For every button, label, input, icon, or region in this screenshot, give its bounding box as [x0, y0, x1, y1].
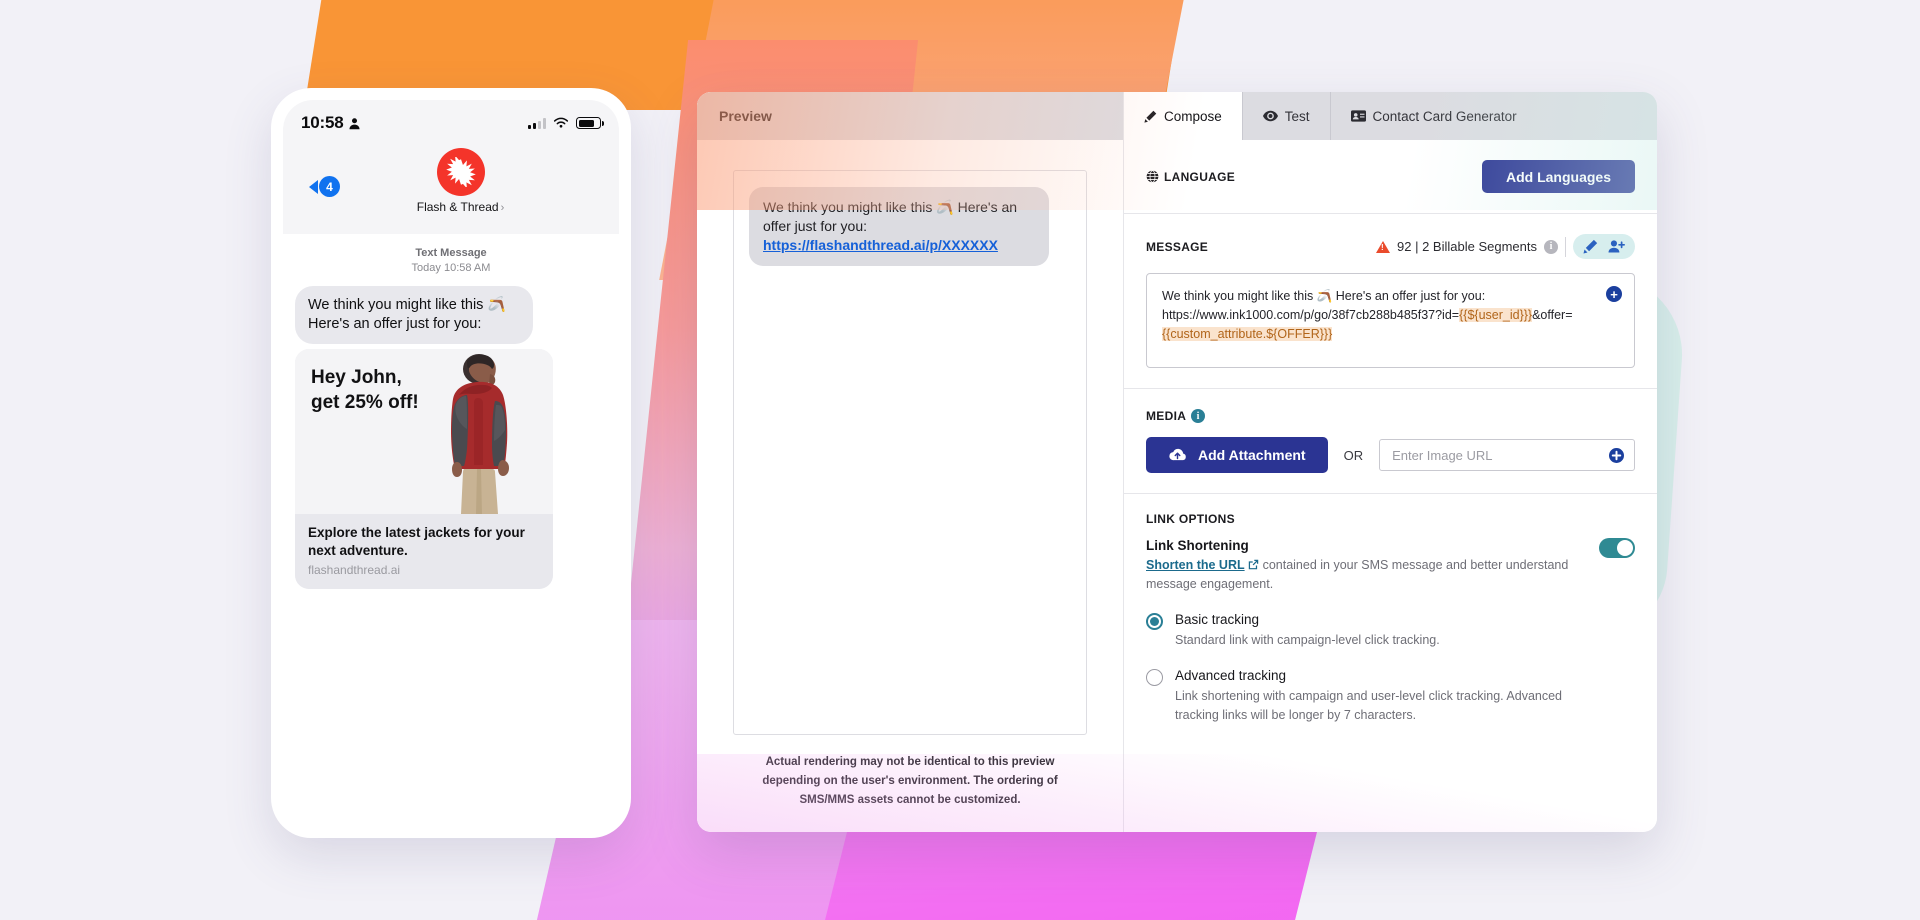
tracking-option-basic[interactable]: Basic tracking Standard link with campai… [1146, 612, 1635, 650]
link-options-section: LINK OPTIONS Link Shortening Shorten the… [1124, 494, 1657, 725]
add-circle-icon[interactable]: + [1606, 286, 1622, 302]
warning-triangle-icon [1376, 240, 1391, 253]
link-shortening-toggle[interactable] [1599, 538, 1635, 558]
sms-bubble: We think you might like this 🪃 Here's an… [295, 286, 533, 344]
add-attachment-label: Add Attachment [1198, 447, 1306, 463]
tab-contact-card-label: Contact Card Generator [1372, 108, 1517, 124]
mms-hero-image: Hey John, get 25% off! [295, 349, 553, 514]
signal-icon [528, 117, 546, 129]
phone-top-bar: 10:58 4 Flash & Thread › [283, 100, 619, 234]
tab-test[interactable]: Test [1243, 92, 1331, 140]
timestamp-value: Today 10:58 AM [411, 262, 491, 274]
token-offer: {{custom_attribute.${OFFER}}} [1162, 327, 1333, 341]
shorten-the-url-link[interactable]: Shorten the URL [1146, 558, 1245, 572]
conversation-header: 4 Flash & Thread › [301, 134, 601, 224]
phone-mockup: 10:58 4 Flash & Thread › Text Message To… [271, 88, 631, 838]
message-url-mid: &offer= [1532, 308, 1573, 322]
info-icon[interactable]: i [1544, 239, 1558, 254]
message-section: MESSAGE 92 | 2 Billable Segments i [1124, 214, 1657, 389]
mms-domain: flashandthread.ai [308, 563, 401, 577]
brand-name: Flash & Thread › [416, 200, 505, 214]
add-languages-button[interactable]: Add Languages [1481, 160, 1635, 193]
pencil-icon [1144, 110, 1157, 123]
tab-test-label: Test [1284, 108, 1310, 124]
battery-icon [576, 117, 604, 129]
preview-header: Preview [697, 92, 1123, 140]
link-shortening-desc: Shorten the URL contained in your SMS me… [1146, 556, 1587, 594]
preview-bubble: We think you might like this 🪃 Here's an… [749, 187, 1049, 266]
timestamp-label: Text Message [415, 247, 487, 259]
phone-screen: 10:58 4 Flash & Thread › Text Message To… [283, 100, 619, 826]
tab-bar: Compose Test Contact Card Generator [1124, 92, 1657, 140]
thread-timestamp: Text Message Today 10:58 AM [295, 246, 607, 276]
divider [1565, 236, 1566, 257]
man-in-red-jacket-photo [451, 354, 509, 514]
media-section: MEDIA i Add Attachment OR [1124, 389, 1657, 494]
mms-headline: Hey John, get 25% off! [311, 367, 419, 413]
preview-disclaimer: Actual rendering may not be identical to… [762, 756, 1058, 806]
billable-segments-text: 92 | 2 Billable Segments [1397, 239, 1537, 254]
image-url-input[interactable] [1390, 446, 1609, 464]
add-attachment-button[interactable]: Add Attachment [1146, 437, 1328, 473]
mms-card[interactable]: Hey John, get 25% off! Explore the lates… [295, 349, 553, 589]
cloud-upload-icon [1169, 448, 1186, 461]
add-person-icon[interactable] [1608, 239, 1625, 254]
language-section: LANGUAGE Add Languages [1124, 140, 1657, 214]
starburst-logo-icon [436, 148, 485, 196]
preview-canvas: We think you might like this 🪃 Here's an… [733, 170, 1087, 735]
back-button[interactable]: 4 [309, 148, 340, 197]
mms-caption-text: Explore the latest jackets for your next… [308, 525, 525, 558]
tracking-option-advanced[interactable]: Advanced tracking Link shortening with c… [1146, 668, 1635, 725]
brand-block[interactable]: Flash & Thread › [416, 148, 505, 214]
basic-tracking-label: Basic tracking [1175, 612, 1260, 627]
preview-pane: Preview We think you might like this 🪃 H… [697, 92, 1124, 832]
status-bar: 10:58 [301, 112, 604, 134]
tab-contact-card-generator[interactable]: Contact Card Generator [1331, 92, 1537, 140]
tab-compose[interactable]: Compose [1124, 92, 1243, 140]
preview-body: We think you might like this 🪃 Here's an… [697, 140, 1123, 832]
preview-link[interactable]: https://flashandthread.ai/p/XXXXXX [763, 237, 998, 253]
or-label: OR [1343, 447, 1364, 463]
message-section-label: MESSAGE [1146, 239, 1209, 254]
info-icon[interactable]: i [1191, 409, 1206, 423]
eye-icon [1262, 110, 1278, 122]
person-icon [349, 117, 361, 129]
wifi-icon [553, 117, 569, 128]
status-icons [528, 117, 604, 129]
mms-caption: Explore the latest jackets for your next… [295, 514, 553, 589]
link-options-label: LINK OPTIONS [1146, 512, 1235, 526]
link-shortening-title: Link Shortening [1146, 538, 1249, 553]
unread-badge: 4 [319, 176, 340, 197]
message-url-prefix: https://www.ink1000.com/p/go/38f7cb288b4… [1162, 308, 1460, 322]
segment-info: 92 | 2 Billable Segments i [1376, 234, 1635, 259]
radio-basic-tracking[interactable] [1146, 613, 1163, 630]
message-line-1: We think you might like this 🪃 Here's an… [1162, 289, 1486, 303]
media-section-label: MEDIA i [1146, 409, 1635, 423]
basic-tracking-desc: Standard link with campaign-level click … [1175, 633, 1440, 647]
status-time: 10:58 [301, 113, 344, 132]
tab-compose-label: Compose [1164, 108, 1222, 124]
message-thread: Text Message Today 10:58 AM We think you… [283, 234, 619, 589]
chevron-right-icon: › [500, 202, 505, 214]
contact-card-icon [1350, 110, 1366, 122]
compose-app-window: Preview We think you might like this 🪃 H… [697, 92, 1657, 832]
advanced-tracking-label: Advanced tracking [1175, 668, 1287, 683]
chevron-left-icon [309, 179, 318, 194]
status-time-group: 10:58 [301, 113, 361, 133]
pencil-icon[interactable] [1583, 239, 1598, 254]
token-user-id: {{${user_id}}} [1459, 308, 1533, 322]
compose-pane: Compose Test Contact Card Generator LANG… [1124, 92, 1657, 832]
language-section-label: LANGUAGE [1146, 170, 1235, 184]
message-tools [1573, 234, 1635, 259]
image-url-field[interactable] [1379, 439, 1635, 471]
globe-icon [1146, 170, 1159, 183]
radio-advanced-tracking[interactable] [1146, 669, 1163, 686]
message-textarea[interactable]: We think you might like this 🪃 Here's an… [1146, 273, 1635, 368]
add-circle-icon[interactable] [1609, 447, 1624, 463]
external-link-icon [1248, 559, 1259, 570]
preview-bubble-text: We think you might like this 🪃 Here's an… [763, 199, 1018, 234]
advanced-tracking-desc: Link shortening with campaign and user-l… [1175, 689, 1563, 722]
